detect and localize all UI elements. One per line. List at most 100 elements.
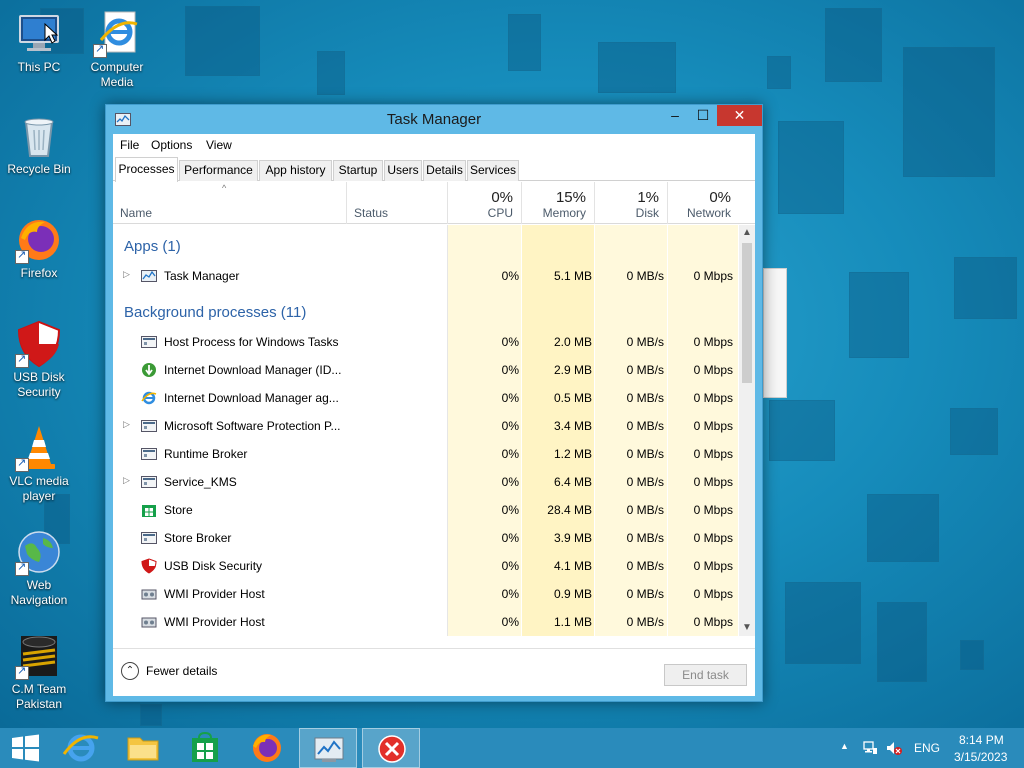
column-cpu[interactable]: 0% CPU — [448, 182, 521, 224]
process-network: 0 Mbps — [693, 363, 733, 377]
cpu-total: 0% — [491, 189, 513, 206]
process-row[interactable]: WMI Provider Host 0% 1.1 MB 0 MB/s 0 Mbps — [113, 608, 738, 636]
vertical-scrollbar[interactable]: ▲ ▼ — [739, 225, 755, 636]
chevron-up-icon[interactable]: ⌃ — [121, 662, 139, 680]
process-row[interactable]: ▷ Service_KMS 0% 6.4 MB 0 MB/s 0 Mbps — [113, 468, 738, 496]
memory-label: Memory — [542, 206, 586, 220]
desktop-icon-computer-media[interactable]: Computer Media — [78, 10, 156, 90]
show-hidden-icons-icon[interactable]: ▲ — [840, 741, 849, 751]
column-status[interactable]: Status — [347, 182, 447, 224]
desktop-icon-label: C.M Team Pakistan — [11, 682, 67, 711]
process-row[interactable]: Internet Download Manager ag... 0% 0.5 MB 0… — [113, 384, 738, 412]
process-row[interactable]: Runtime Broker 0% 1.2 MB 0 MB/s 0 Mbps — [113, 440, 738, 468]
fewer-details-link[interactable]: Fewer details — [146, 664, 217, 678]
column-memory[interactable]: 15% Memory — [522, 182, 594, 224]
process-memory: 2.0 MB — [553, 335, 592, 349]
wallpaper-tile — [849, 272, 909, 358]
desktop-icon-this-pc[interactable]: This PC — [0, 10, 78, 75]
column-name[interactable]: Name — [113, 182, 346, 224]
wallpaper-tile — [140, 704, 162, 726]
taskbar-ie[interactable] — [52, 728, 110, 768]
clock-time[interactable]: 8:14 PM — [959, 733, 1004, 747]
process-network: 0 Mbps — [693, 531, 733, 545]
taskbar-file-explorer[interactable] — [114, 728, 172, 768]
wmi-icon — [141, 614, 157, 630]
ie-icon — [93, 10, 141, 58]
volume-muted-icon[interactable] — [885, 740, 903, 759]
shortcut-arrow-icon — [15, 560, 29, 576]
group-title: Background processes (11) — [124, 304, 307, 321]
taskbar-task-manager[interactable] — [299, 728, 357, 768]
tab-services[interactable]: Services — [467, 160, 519, 181]
scroll-thumb[interactable] — [742, 243, 752, 383]
taskbar-store[interactable] — [176, 728, 234, 768]
language-indicator[interactable]: ENG — [914, 741, 940, 755]
background-window[interactable] — [763, 268, 787, 398]
column-header: ^ Name Status 0% CPU 15% Memory 1% Disk — [113, 182, 755, 224]
process-disk: 0 MB/s — [626, 475, 664, 489]
group-header-background[interactable]: Background processes (11) — [113, 299, 738, 327]
process-row[interactable]: Store 0% 28.4 MB 0 MB/s 0 Mbps — [113, 496, 738, 524]
clock-date[interactable]: 3/15/2023 — [954, 750, 1007, 764]
desktop-icon-firefox[interactable]: Firefox — [0, 216, 78, 281]
desktop-icon-usb-disk-security[interactable]: USB Disk Security — [0, 320, 78, 400]
tab-startup[interactable]: Startup — [333, 160, 383, 181]
process-memory: 0.9 MB — [553, 587, 592, 601]
tab-details[interactable]: Details — [423, 160, 466, 181]
folder-icon — [127, 737, 159, 761]
process-cpu: 0% — [501, 363, 519, 377]
process-disk: 0 MB/s — [626, 559, 664, 573]
process-cpu: 0% — [501, 559, 519, 573]
vlc-cone-icon — [15, 424, 63, 472]
end-task-button[interactable]: End task — [664, 664, 747, 686]
close-button[interactable]: ✕ — [717, 105, 762, 126]
tab-processes[interactable]: Processes — [115, 157, 178, 182]
column-disk[interactable]: 1% Disk — [595, 182, 667, 224]
scroll-down-icon[interactable]: ▼ — [739, 620, 755, 636]
process-row[interactable]: WMI Provider Host 0% 0.9 MB 0 MB/s 0 Mbps — [113, 580, 738, 608]
recycle-bin-icon — [15, 112, 63, 160]
wmi-icon — [141, 586, 157, 602]
tab-performance[interactable]: Performance — [179, 160, 258, 181]
taskbar-firefox[interactable] — [238, 728, 296, 768]
menu-file[interactable]: File — [120, 138, 139, 152]
shortcut-arrow-icon — [15, 664, 29, 680]
tab-users[interactable]: Users — [384, 160, 422, 181]
expand-arrow-icon[interactable]: ▷ — [123, 419, 130, 430]
tab-app-history[interactable]: App history — [259, 160, 332, 181]
maximize-button[interactable]: ☐ — [689, 105, 717, 126]
process-row[interactable]: ▷ Task Manager 0% 5.1 MB 0 MB/s 0 Mbps — [113, 262, 738, 290]
process-row[interactable]: Internet Download Manager (ID... 0% 2.9 MB… — [113, 356, 738, 384]
shortcut-arrow-icon — [15, 248, 29, 264]
process-disk: 0 MB/s — [626, 587, 664, 601]
process-row[interactable]: Store Broker 0% 3.9 MB 0 MB/s 0 Mbps — [113, 524, 738, 552]
menu-view[interactable]: View — [206, 138, 232, 152]
wallpaper-tile — [185, 6, 260, 76]
desktop-icon-cm-team[interactable]: C.M Team Pakistan — [0, 632, 78, 712]
process-name: Store — [164, 503, 193, 517]
expand-arrow-icon[interactable]: ▷ — [123, 269, 130, 280]
process-row[interactable]: Host Process for Windows Tasks 0% 2.0 MB 0 … — [113, 328, 738, 356]
column-network[interactable]: 0% Network — [668, 182, 739, 224]
memory-total: 15% — [555, 189, 586, 206]
ie-icon — [62, 734, 99, 762]
scroll-up-icon[interactable]: ▲ — [739, 225, 755, 241]
expand-arrow-icon[interactable]: ▷ — [123, 475, 130, 486]
desktop-icon-vlc[interactable]: VLC media player — [0, 424, 78, 504]
taskbar-error-app[interactable] — [362, 728, 420, 768]
menu-options[interactable]: Options — [151, 138, 192, 152]
network-status-icon[interactable] — [862, 740, 878, 759]
title-bar[interactable]: Task Manager – ☐ ✕ — [106, 105, 762, 134]
process-memory: 28.4 MB — [547, 503, 592, 517]
process-name: WMI Provider Host — [164, 615, 265, 629]
start-button[interactable] — [0, 728, 58, 768]
desktop-icon-web-navigation[interactable]: Web Navigation — [0, 528, 78, 608]
firefox-icon — [253, 734, 281, 762]
minimize-button[interactable]: – — [661, 105, 689, 126]
wallpaper-tile — [778, 121, 844, 214]
process-row[interactable]: ▷ Microsoft Software Protection P... 0% 3.4… — [113, 412, 738, 440]
group-header-apps[interactable]: Apps (1) — [113, 233, 738, 261]
process-network: 0 Mbps — [693, 391, 733, 405]
process-row[interactable]: USB Disk Security 0% 4.1 MB 0 MB/s 0 Mbps — [113, 552, 738, 580]
desktop-icon-recycle-bin[interactable]: Recycle Bin — [0, 112, 78, 177]
